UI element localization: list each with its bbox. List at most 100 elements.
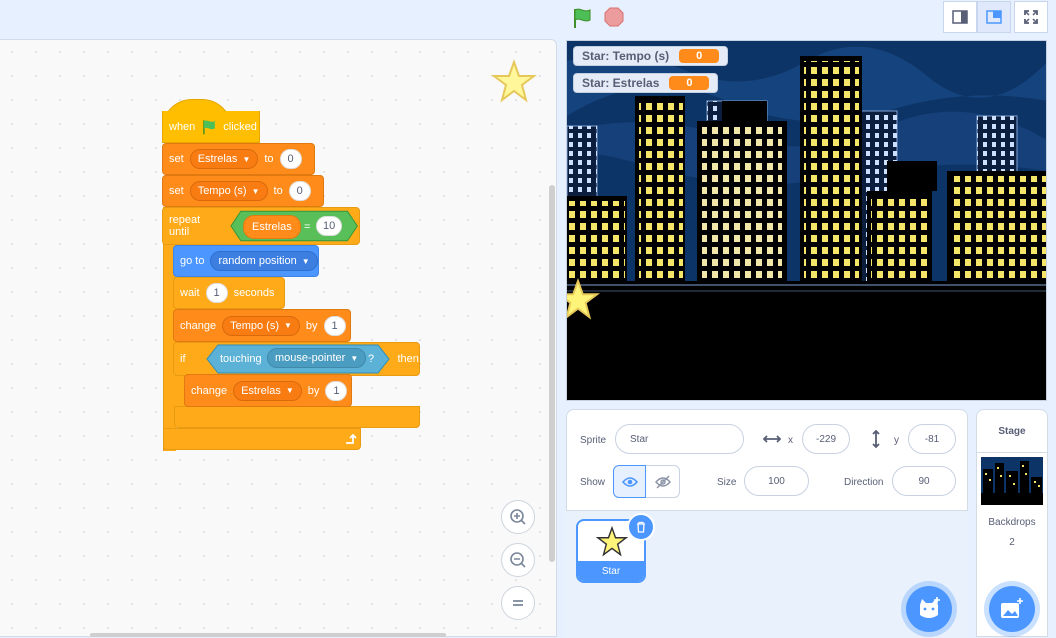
show-hidden-button[interactable] [646,465,680,498]
zoom-reset-icon [513,600,523,606]
zoom-in-button[interactable] [501,500,535,534]
dropdown-caret-icon: ▼ [350,353,359,363]
value-input[interactable]: 10 [316,216,343,236]
y-label: y [894,435,899,446]
to-label: to [264,153,274,165]
x-label: x [788,435,793,446]
size-field[interactable]: 100 [744,466,809,496]
repeat-bottom[interactable] [163,428,361,450]
sprite-label: Sprite [580,435,607,446]
zoom-out-icon [510,552,526,568]
when-flag-clicked-block[interactable]: when clicked [162,111,260,143]
trash-icon [637,521,645,533]
backdrop-plus-icon [1001,598,1023,618]
set-tempo-block[interactable]: set Tempo (s) ▼ to 0 [162,175,324,207]
change-label: change [191,384,228,397]
city-backdrop [567,41,1046,400]
by-label: by [305,319,318,332]
backdrop-thumbnail [981,457,1043,505]
variable-name: Estrelas [197,153,238,165]
code-vertical-scrollbar[interactable] [549,185,555,562]
sprite-name-field[interactable]: Star [615,424,744,454]
value-input[interactable]: 0 [288,181,311,201]
target-name: random position [218,255,297,267]
y-field[interactable]: -81 [908,424,956,454]
set-estrelas-block[interactable]: set Estrelas ▼ to 0 [162,143,315,175]
direction-field[interactable]: 90 [892,466,956,496]
zoom-out-button[interactable] [501,543,535,577]
monitor-value: 0 [679,49,720,63]
seconds-label: seconds [233,287,275,299]
y-arrows-icon [872,430,880,448]
cat-plus-icon [920,597,940,618]
when-label: when [169,120,196,133]
wait-block[interactable]: wait 1 seconds [173,277,285,309]
value-input[interactable]: 1 [205,283,228,303]
dropdown-caret-icon: ▼ [301,256,310,266]
green-flag-icon[interactable] [571,7,593,29]
eye-slash-icon [654,475,671,488]
variable-dropdown[interactable]: Estrelas ▼ [233,380,302,401]
size-label: Size [717,477,737,488]
change-label: change [180,319,217,332]
change-estrelas-block[interactable]: change Estrelas ▼ by 1 [184,374,352,407]
clicked-label: clicked [223,120,257,133]
dropdown-caret-icon: ▼ [242,154,251,164]
monitor-tempo[interactable]: Star: Tempo (s) 0 [573,46,729,66]
direction-value: 90 [918,475,930,487]
variable-dropdown[interactable]: Tempo (s) ▼ [222,315,300,336]
touching-label: touching [220,353,262,365]
x-arrows-icon [763,435,781,443]
star-sprite[interactable] [566,277,601,323]
choose-sprite-button[interactable] [906,586,952,632]
fullscreen-button[interactable] [1014,1,1048,33]
choose-backdrop-button[interactable] [989,586,1035,632]
value-input[interactable]: 1 [325,380,348,401]
sprite-thumbnail-name: Star [578,561,644,581]
normal-stage-icon [986,10,1002,24]
variable-dropdown[interactable]: Tempo (s) ▼ [189,181,268,201]
loop-arrow-icon [346,433,357,444]
code-horizontal-scrollbar[interactable] [90,633,446,637]
monitor-label: Star: Tempo (s) [582,49,670,63]
variable-dropdown[interactable]: Estrelas ▼ [189,149,259,169]
zoom-reset-button[interactable] [501,586,535,620]
delete-sprite-button[interactable] [627,513,655,541]
variable-name: Estrelas [241,384,281,397]
if-bottom[interactable] [174,406,420,428]
normal-stage-button[interactable] [977,1,1011,33]
monitor-value: 0 [669,76,710,90]
stop-sign-icon[interactable] [604,7,624,27]
value-input[interactable]: 0 [279,149,302,169]
set-label: set [169,185,184,197]
touching-target-dropdown[interactable]: mouse-pointer ▼ [267,348,367,368]
go-to-block[interactable]: go to random position ▼ [173,245,319,277]
target-dropdown[interactable]: random position ▼ [210,251,318,271]
value-input[interactable]: 1 [323,315,346,336]
small-stage-button[interactable] [943,1,977,33]
backdrops-label: Backdrops [988,517,1036,528]
eye-icon [621,476,638,487]
monitor-label: Star: Estrelas [582,76,660,90]
variable-name: Tempo (s) [197,185,247,197]
star-thumbnail-icon [595,525,629,557]
small-stage-icon [952,10,968,24]
stage-title: Stage [977,410,1047,453]
monitor-estrelas[interactable]: Star: Estrelas 0 [573,73,719,93]
wait-label: wait [180,287,200,299]
dropdown-caret-icon: ▼ [285,386,294,395]
change-tempo-block[interactable]: change Tempo (s) ▼ by 1 [173,309,351,342]
set-label: set [169,153,184,165]
go-to-label: go to [180,255,205,267]
x-value: -229 [815,433,836,445]
dropdown-caret-icon: ▼ [251,186,260,196]
x-field[interactable]: -229 [802,424,850,454]
variable-name: Tempo (s) [230,319,279,332]
show-visible-button[interactable] [613,465,646,498]
show-label: Show [580,477,606,488]
equals-sign: = [304,221,311,233]
stage[interactable]: Star: Tempo (s) 0 Star: Estrelas 0 [566,40,1047,401]
estrelas-reporter[interactable]: Estrelas [243,215,301,239]
direction-label: Direction [844,477,884,488]
y-value: -81 [924,433,940,445]
